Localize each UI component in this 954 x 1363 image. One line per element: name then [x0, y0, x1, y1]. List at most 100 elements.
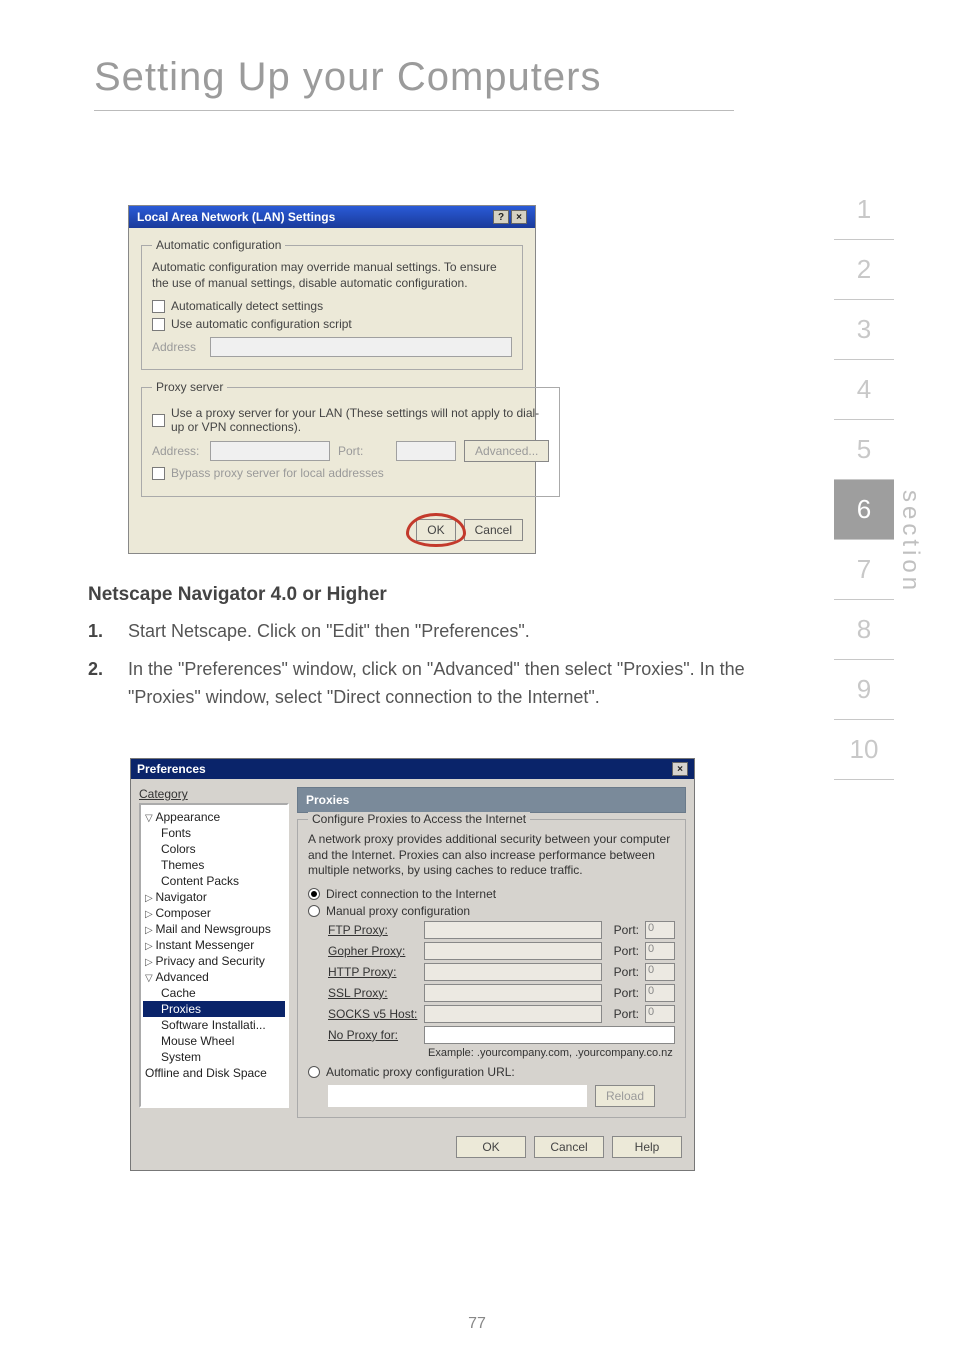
- tree-offline[interactable]: Offline and Disk Space: [143, 1065, 285, 1081]
- tree-content-packs[interactable]: Content Packs: [143, 873, 285, 889]
- section-nav-6[interactable]: 6: [834, 480, 894, 540]
- step-text-2: In the "Preferences" window, click on "A…: [128, 656, 753, 712]
- no-proxy-input[interactable]: [424, 1026, 675, 1044]
- tree-appearance[interactable]: Appearance: [143, 809, 285, 825]
- tree-instant-messenger[interactable]: Instant Messenger: [143, 937, 285, 953]
- tree-advanced[interactable]: Advanced: [143, 969, 285, 985]
- tree-mouse-wheel[interactable]: Mouse Wheel: [143, 1033, 285, 1049]
- tree-navigator[interactable]: Navigator: [143, 889, 285, 905]
- auto-script-label: Use automatic configuration script: [171, 317, 352, 331]
- pref-titlebar: Preferences ×: [131, 759, 694, 779]
- tree-fonts[interactable]: Fonts: [143, 825, 285, 841]
- auto-config-fieldset: Automatic configuration Automatic config…: [141, 238, 523, 370]
- proxy-address-label: Address:: [152, 444, 202, 458]
- radio-manual-label: Manual proxy configuration: [326, 904, 470, 918]
- proxy-address-input: [210, 441, 330, 461]
- close-icon[interactable]: ×: [672, 762, 688, 776]
- bypass-label: Bypass proxy server for local addresses: [171, 466, 384, 480]
- ok-highlight-circle: OK: [416, 519, 455, 541]
- proxies-fieldset-legend: Configure Proxies to Access the Internet: [308, 812, 530, 826]
- http-port-label: Port:: [614, 965, 639, 979]
- lan-titlebar: Local Area Network (LAN) Settings ? ×: [129, 206, 535, 228]
- tree-cache[interactable]: Cache: [143, 985, 285, 1001]
- section-nav-4[interactable]: 4: [834, 360, 894, 420]
- http-port-input: 0: [645, 963, 675, 981]
- ftp-port-input: 0: [645, 921, 675, 939]
- category-label: Category: [139, 787, 289, 801]
- tree-privacy[interactable]: Privacy and Security: [143, 953, 285, 969]
- ok-button[interactable]: OK: [416, 519, 455, 541]
- step-number-1: 1.: [88, 618, 128, 646]
- ftp-proxy-input: [424, 921, 602, 939]
- auto-detect-label: Automatically detect settings: [171, 299, 323, 313]
- tree-mail[interactable]: Mail and Newsgroups: [143, 921, 285, 937]
- tree-proxies[interactable]: Proxies: [143, 1001, 285, 1017]
- close-icon[interactable]: ×: [511, 210, 527, 224]
- pref-title: Preferences: [137, 762, 206, 776]
- use-proxy-label: Use a proxy server for your LAN (These s…: [171, 406, 549, 434]
- section-nav-1[interactable]: 1: [834, 180, 894, 240]
- radio-auto-url-label: Automatic proxy configuration URL:: [326, 1065, 515, 1079]
- section-nav-10[interactable]: 10: [834, 720, 894, 780]
- proxy-legend: Proxy server: [152, 380, 227, 394]
- socks-host-label: SOCKS v5 Host:: [328, 1007, 418, 1021]
- tree-system[interactable]: System: [143, 1049, 285, 1065]
- section-nav-5[interactable]: 5: [834, 420, 894, 480]
- radio-icon[interactable]: [308, 888, 320, 900]
- tree-software[interactable]: Software Installati...: [143, 1017, 285, 1033]
- help-icon[interactable]: ?: [493, 210, 509, 224]
- proxies-fieldset: Configure Proxies to Access the Internet…: [297, 819, 686, 1118]
- cancel-button[interactable]: Cancel: [464, 519, 523, 541]
- category-tree[interactable]: Appearance Fonts Colors Themes Content P…: [139, 803, 289, 1108]
- step-text-1: Start Netscape. Click on "Edit" then "Pr…: [128, 618, 753, 646]
- proxy-port-input: [396, 441, 456, 461]
- auto-detect-row[interactable]: Automatically detect settings: [152, 299, 512, 313]
- preferences-dialog: Preferences × Category Appearance Fonts …: [130, 758, 695, 1171]
- proxies-desc: A network proxy provides additional secu…: [308, 832, 675, 879]
- cancel-button[interactable]: Cancel: [534, 1136, 604, 1158]
- auto-url-input[interactable]: [328, 1085, 587, 1107]
- reload-button: Reload: [595, 1085, 655, 1107]
- section-nav-3[interactable]: 3: [834, 300, 894, 360]
- radio-icon[interactable]: [308, 1066, 320, 1078]
- ftp-proxy-label: FTP Proxy:: [328, 923, 418, 937]
- section-nav-8[interactable]: 8: [834, 600, 894, 660]
- body-text: Netscape Navigator 4.0 or Higher 1. Star…: [88, 584, 753, 722]
- checkbox-icon[interactable]: [152, 318, 165, 331]
- checkbox-icon[interactable]: [152, 414, 165, 427]
- proxy-fieldset: Proxy server Use a proxy server for your…: [141, 380, 560, 497]
- auto-script-row[interactable]: Use automatic configuration script: [152, 317, 512, 331]
- title-rule: [94, 110, 734, 111]
- http-proxy-label: HTTP Proxy:: [328, 965, 418, 979]
- use-proxy-row[interactable]: Use a proxy server for your LAN (These s…: [152, 406, 549, 434]
- auto-config-text: Automatic configuration may override man…: [152, 260, 512, 291]
- section-nav: 1 2 3 4 5 6 7 8 9 10: [834, 180, 894, 780]
- proxy-port-label: Port:: [338, 444, 388, 458]
- tree-colors[interactable]: Colors: [143, 841, 285, 857]
- ssl-proxy-input: [424, 984, 602, 1002]
- gopher-port-input: 0: [645, 942, 675, 960]
- radio-manual-row[interactable]: Manual proxy configuration: [308, 904, 675, 918]
- section-nav-7[interactable]: 7: [834, 540, 894, 600]
- checkbox-icon: [152, 467, 165, 480]
- tree-themes[interactable]: Themes: [143, 857, 285, 873]
- radio-auto-url-row[interactable]: Automatic proxy configuration URL:: [308, 1065, 675, 1079]
- ssl-port-input: 0: [645, 984, 675, 1002]
- advanced-button: Advanced...: [464, 440, 549, 462]
- gopher-proxy-label: Gopher Proxy:: [328, 944, 418, 958]
- ok-button[interactable]: OK: [456, 1136, 526, 1158]
- example-text: Example: .yourcompany.com, .yourcompany.…: [428, 1047, 675, 1059]
- radio-direct-row[interactable]: Direct connection to the Internet: [308, 887, 675, 901]
- section-label: section: [896, 490, 924, 594]
- http-proxy-input: [424, 963, 602, 981]
- radio-icon[interactable]: [308, 905, 320, 917]
- address-input: [210, 337, 512, 357]
- tree-composer[interactable]: Composer: [143, 905, 285, 921]
- step-number-2: 2.: [88, 656, 128, 712]
- section-nav-2[interactable]: 2: [834, 240, 894, 300]
- page-title: Setting Up your Computers: [94, 55, 601, 100]
- lan-settings-dialog: Local Area Network (LAN) Settings ? × Au…: [128, 205, 536, 554]
- checkbox-icon[interactable]: [152, 300, 165, 313]
- section-nav-9[interactable]: 9: [834, 660, 894, 720]
- help-button[interactable]: Help: [612, 1136, 682, 1158]
